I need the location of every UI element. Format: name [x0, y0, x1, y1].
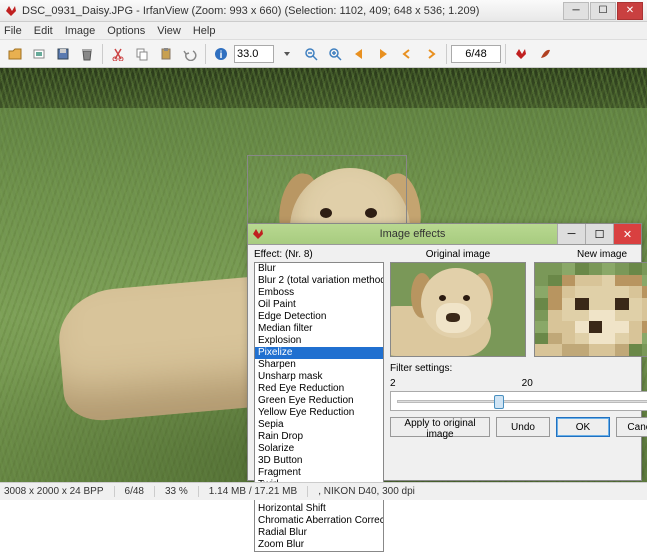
- effect-item[interactable]: Edge Detection: [255, 311, 383, 323]
- prev-file-icon[interactable]: [348, 43, 370, 65]
- save-icon[interactable]: [52, 43, 74, 65]
- minimize-button[interactable]: ─: [563, 2, 589, 20]
- cut-icon[interactable]: [107, 43, 129, 65]
- svg-text:i: i: [220, 50, 223, 61]
- status-camera: , NIKON D40, 300 dpi: [318, 486, 425, 497]
- dialog-close-button[interactable]: ✕: [613, 224, 641, 244]
- prev-page-icon[interactable]: [396, 43, 418, 65]
- effect-item[interactable]: Unsharp mask: [255, 371, 383, 383]
- close-button[interactable]: ✕: [617, 2, 643, 20]
- dialog-title-text: Image effects: [268, 228, 557, 240]
- effect-item[interactable]: Sharpen: [255, 359, 383, 371]
- toolbar: i: [0, 40, 647, 68]
- status-filesize: 1.14 MB / 17.21 MB: [209, 486, 308, 497]
- next-file-icon[interactable]: [372, 43, 394, 65]
- status-page: 6/48: [125, 486, 155, 497]
- slider-min: 2: [390, 378, 396, 389]
- effect-item[interactable]: Median filter: [255, 323, 383, 335]
- menu-file[interactable]: File: [4, 25, 22, 37]
- statusbar: 3008 x 2000 x 24 BPP 6/48 33 % 1.14 MB /…: [0, 482, 647, 500]
- cancel-button[interactable]: Cancel: [616, 417, 647, 437]
- original-image-label: Original image: [390, 249, 526, 260]
- zoom-dropdown-icon[interactable]: [276, 43, 298, 65]
- dialog-icon: [248, 228, 268, 240]
- zoom-input[interactable]: [234, 45, 274, 63]
- dialog-maximize-button[interactable]: ☐: [585, 224, 613, 244]
- image-effects-dialog: Image effects ─ ☐ ✕ Effect: (Nr. 8) Blur…: [247, 223, 642, 481]
- info-icon[interactable]: i: [210, 43, 232, 65]
- effects-icon[interactable]: [510, 43, 532, 65]
- effect-item[interactable]: Rain Drop: [255, 431, 383, 443]
- effect-item[interactable]: Green Eye Reduction: [255, 395, 383, 407]
- menu-image[interactable]: Image: [65, 25, 96, 37]
- effect-item[interactable]: Chromatic Aberration Correction: [255, 515, 383, 527]
- effect-item[interactable]: Zoom Blur: [255, 539, 383, 551]
- effect-item[interactable]: Red Eye Reduction: [255, 383, 383, 395]
- delete-icon[interactable]: [76, 43, 98, 65]
- page-input[interactable]: [451, 45, 501, 63]
- slider-value: 20: [522, 378, 533, 389]
- filter-slider[interactable]: [390, 391, 647, 411]
- new-preview: [534, 262, 647, 357]
- effect-item[interactable]: Fragment: [255, 467, 383, 479]
- effect-item[interactable]: Yellow Eye Reduction: [255, 407, 383, 419]
- undo-icon[interactable]: [179, 43, 201, 65]
- slider-thumb[interactable]: [494, 395, 504, 409]
- copy-icon[interactable]: [131, 43, 153, 65]
- zoom-in-icon[interactable]: [324, 43, 346, 65]
- slideshow-icon[interactable]: [28, 43, 50, 65]
- apply-button[interactable]: Apply to original image: [390, 417, 490, 437]
- menubar: File Edit Image Options View Help: [0, 22, 647, 40]
- effect-item[interactable]: Oil Paint: [255, 299, 383, 311]
- effect-item[interactable]: Radial Blur: [255, 527, 383, 539]
- status-dimensions: 3008 x 2000 x 24 BPP: [4, 486, 115, 497]
- zoom-out-icon[interactable]: [300, 43, 322, 65]
- effect-item[interactable]: 3D Button: [255, 455, 383, 467]
- effect-item[interactable]: Horizontal Shift: [255, 503, 383, 515]
- new-image-label: New image: [534, 249, 647, 260]
- effect-item[interactable]: Solarize: [255, 443, 383, 455]
- effect-listbox[interactable]: BlurBlur 2 (total variation method)Embos…: [254, 262, 384, 552]
- effect-item[interactable]: Blur 2 (total variation method): [255, 275, 383, 287]
- next-page-icon[interactable]: [420, 43, 442, 65]
- effect-item[interactable]: Explosion: [255, 335, 383, 347]
- effect-item[interactable]: Sepia: [255, 419, 383, 431]
- dialog-minimize-button[interactable]: ─: [557, 224, 585, 244]
- effect-label: Effect: (Nr. 8): [254, 249, 384, 260]
- leaf-icon[interactable]: [534, 43, 556, 65]
- undo-button[interactable]: Undo: [496, 417, 550, 437]
- effect-item[interactable]: Emboss: [255, 287, 383, 299]
- open-icon[interactable]: [4, 43, 26, 65]
- menu-view[interactable]: View: [157, 25, 181, 37]
- window-title: DSC_0931_Daisy.JPG - IrfanView (Zoom: 99…: [22, 5, 562, 17]
- dialog-titlebar[interactable]: Image effects ─ ☐ ✕: [248, 224, 641, 245]
- maximize-button[interactable]: ☐: [590, 2, 616, 20]
- menu-edit[interactable]: Edit: [34, 25, 53, 37]
- menu-help[interactable]: Help: [193, 25, 216, 37]
- status-zoom: 33 %: [165, 486, 199, 497]
- filter-settings-label: Filter settings:: [390, 363, 647, 374]
- ok-button[interactable]: OK: [556, 417, 610, 437]
- effect-item[interactable]: Pixelize: [255, 347, 383, 359]
- app-icon: [4, 4, 18, 18]
- main-titlebar: DSC_0931_Daisy.JPG - IrfanView (Zoom: 99…: [0, 0, 647, 22]
- original-preview: [390, 262, 526, 357]
- menu-options[interactable]: Options: [107, 25, 145, 37]
- effect-item[interactable]: Blur: [255, 263, 383, 275]
- paste-icon[interactable]: [155, 43, 177, 65]
